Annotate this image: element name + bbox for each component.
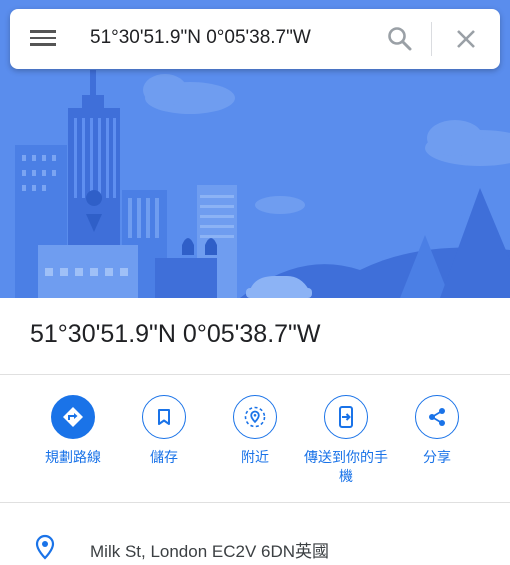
directions-button[interactable]: 規劃路線	[23, 395, 123, 467]
nearby-button[interactable]: 附近	[205, 395, 305, 467]
send-to-phone-button[interactable]: 傳送到你的手機	[296, 395, 396, 486]
address-row[interactable]: Milk St, London EC2V 6DN英國	[0, 520, 510, 564]
location-pin-icon	[34, 534, 56, 565]
send-to-phone-label: 傳送到你的手機	[304, 449, 388, 484]
nearby-icon	[233, 395, 277, 439]
share-button[interactable]: 分享	[387, 395, 487, 467]
save-label: 儲存	[150, 449, 178, 465]
divider	[0, 374, 510, 375]
action-bar: 規劃路線 儲存 附近 傳送到你的手機 分享	[0, 395, 510, 495]
search-separator	[431, 22, 432, 56]
bookmark-icon	[142, 395, 186, 439]
search-icon[interactable]	[386, 25, 414, 53]
save-button[interactable]: 儲存	[114, 395, 214, 467]
address-text: Milk St, London EC2V 6DN英國	[90, 542, 330, 561]
menu-icon[interactable]	[30, 27, 56, 51]
close-icon[interactable]	[453, 26, 479, 52]
share-label: 分享	[423, 449, 451, 465]
place-title: 51°30'51.9"N 0°05'38.7"W	[30, 320, 321, 348]
share-icon	[415, 395, 459, 439]
send-to-phone-icon	[324, 395, 368, 439]
divider	[0, 502, 510, 503]
directions-icon	[51, 395, 95, 439]
search-input[interactable]: 51°30'51.9"N 0°05'38.7"W	[90, 27, 311, 49]
nearby-label: 附近	[241, 449, 269, 465]
directions-label: 規劃路線	[45, 449, 101, 465]
search-bar: 51°30'51.9"N 0°05'38.7"W	[10, 9, 500, 69]
